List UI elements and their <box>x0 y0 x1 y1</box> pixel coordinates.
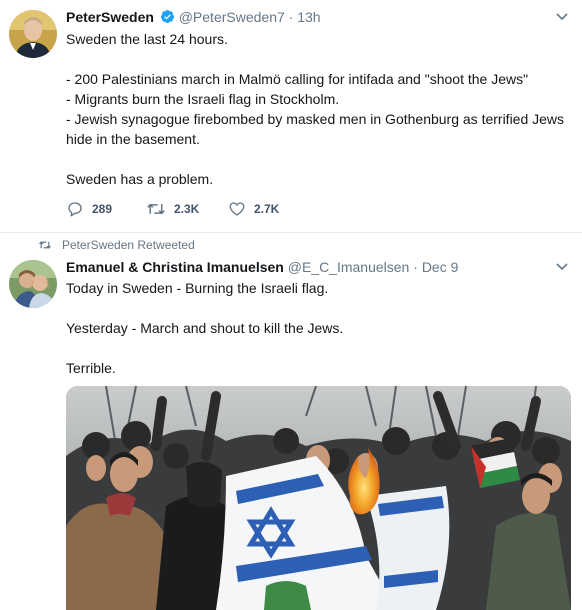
reply-button[interactable]: 289 <box>66 200 112 218</box>
tweet-text: Today in Sweden - Burning the Israeli fl… <box>66 278 566 378</box>
tweet-1[interactable]: PeterSweden @PeterSweden7 · 13h Sweden t… <box>0 0 582 233</box>
avatar[interactable] <box>9 10 57 58</box>
separator-dot: · <box>413 259 418 275</box>
tweet-line: - Jewish synagogue firebombed by masked … <box>66 111 565 127</box>
retweet-icon <box>147 203 165 215</box>
tweet-header: PeterSweden @PeterSweden7 · 13h <box>66 9 321 25</box>
user-handle[interactable]: @PeterSweden7 <box>179 9 285 25</box>
timestamp[interactable]: 13h <box>297 9 320 25</box>
display-name[interactable]: Emanuel & Christina Imanuelsen <box>66 259 284 275</box>
couple-avatar-icon <box>9 260 57 308</box>
tweet-line <box>66 149 566 169</box>
tweet-header: Emanuel & Christina Imanuelsen @E_C_Iman… <box>66 259 458 275</box>
tweet-line: Yesterday - March and shout to kill the … <box>66 320 344 336</box>
tweet-line: Terrible. <box>66 360 116 376</box>
tweet-line: - 200 Palestinians march in Malmö callin… <box>66 71 529 87</box>
tweet-line: Sweden has a problem. <box>66 171 214 187</box>
reply-count: 289 <box>92 202 113 216</box>
tweet-line: Sweden the last 24 hours. <box>66 31 228 47</box>
heart-icon <box>229 202 245 216</box>
tweet-2[interactable]: PeterSweden Retweeted Emanuel & Christin… <box>0 233 582 610</box>
tweet-line <box>66 298 566 318</box>
user-avatar-icon <box>9 10 57 58</box>
tweet-photo[interactable] <box>66 386 571 610</box>
tweet-line <box>66 49 566 69</box>
tweet-line: Today in Sweden - Burning the Israeli fl… <box>66 280 329 296</box>
tweet-text: Sweden the last 24 hours. - 200 Palestin… <box>66 29 566 189</box>
display-name[interactable]: PeterSweden <box>66 9 154 25</box>
avatar[interactable] <box>9 260 57 308</box>
timestamp[interactable]: Dec 9 <box>422 259 459 275</box>
chevron-down-icon[interactable] <box>556 10 568 24</box>
protest-flag-photo <box>66 386 571 610</box>
tweet-line: hide in the basement. <box>66 131 200 147</box>
verified-badge-icon <box>160 9 174 24</box>
like-count: 2.7K <box>254 202 280 216</box>
retweet-button[interactable]: 2.3K <box>146 200 199 218</box>
tweet-line <box>66 338 566 358</box>
retweet-context-label: PeterSweden Retweeted <box>62 238 195 252</box>
reply-icon <box>68 202 82 217</box>
retweet-count: 2.3K <box>174 202 200 216</box>
chevron-down-icon[interactable] <box>556 260 568 274</box>
like-button[interactable]: 2.7K <box>228 200 279 218</box>
retweet-icon <box>39 241 51 249</box>
user-handle[interactable]: @E_C_Imanuelsen <box>288 259 410 275</box>
tweet-line: - Migrants burn the Israeli flag in Stoc… <box>66 91 340 107</box>
retweet-context[interactable]: PeterSweden Retweeted <box>38 238 195 252</box>
separator-dot: · <box>288 9 294 25</box>
